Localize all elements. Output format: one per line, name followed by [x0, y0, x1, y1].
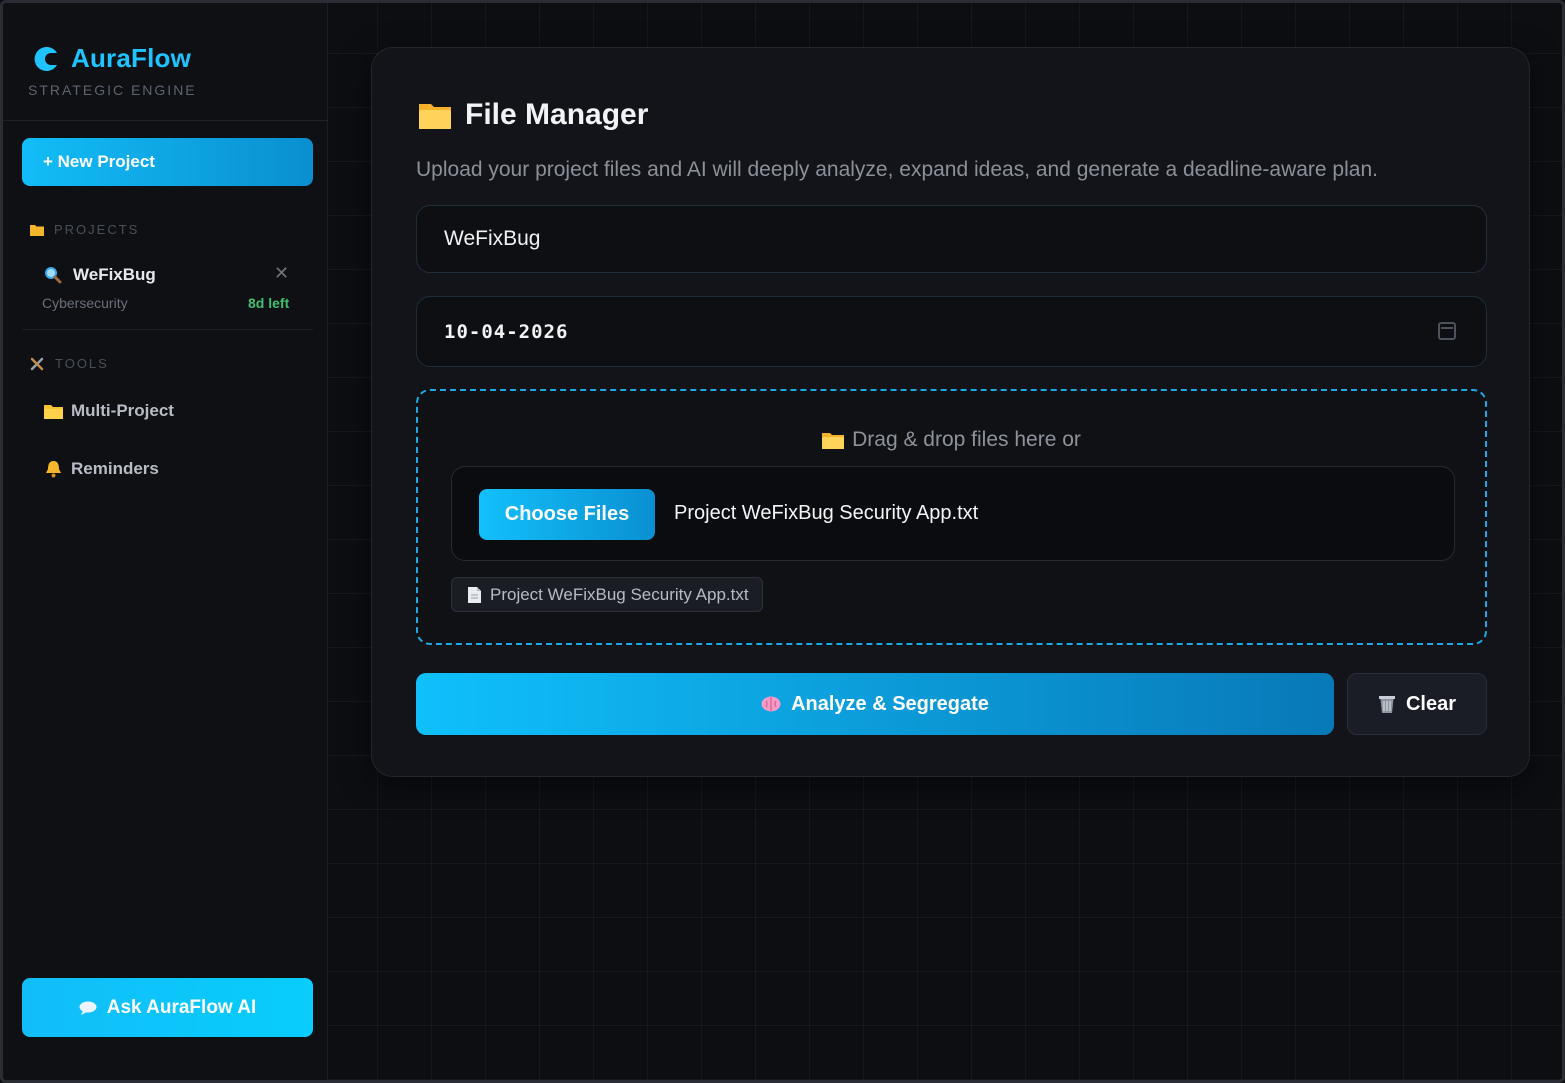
- sidebar: AuraFlow STRATEGIC ENGINE + New Project …: [3, 3, 328, 1080]
- brand-subtitle: STRATEGIC ENGINE: [28, 82, 197, 98]
- folder-icon: [822, 431, 845, 449]
- brain-icon: [761, 696, 781, 712]
- magnifier-icon: [44, 266, 62, 284]
- chosen-file-name: Project WeFixBug Security App.txt: [674, 502, 979, 524]
- uploaded-file-name: Project WeFixBug Security App.txt: [490, 584, 749, 604]
- tools-heading-label: TOOLS: [55, 356, 109, 371]
- ask-auraflow-ai-button[interactable]: Ask AuraFlow AI: [22, 978, 313, 1037]
- page-title: File Manager: [419, 98, 648, 132]
- deadline-date-input[interactable]: 10-04-2026: [416, 296, 1487, 367]
- folder-icon: [30, 224, 44, 236]
- folder-icon: [44, 403, 63, 419]
- new-project-button[interactable]: + New Project: [22, 138, 313, 186]
- projects-heading: PROJECTS: [30, 222, 139, 237]
- remove-project-close-icon[interactable]: ✕: [274, 263, 289, 284]
- file-dropzone[interactable]: Drag & drop files here or Choose Files P…: [416, 389, 1487, 645]
- wastebasket-icon: [1378, 694, 1396, 714]
- project-name-input[interactable]: WeFixBug: [416, 205, 1487, 273]
- bell-icon: [44, 460, 63, 478]
- calendar-icon[interactable]: [1438, 322, 1456, 340]
- sidebar-item-reminders[interactable]: Reminders: [44, 459, 159, 479]
- folder-icon: [419, 101, 451, 129]
- sidebar-item-wefixbug[interactable]: WeFixBug ✕ Cybersecurity 8d left: [22, 255, 313, 330]
- page-title-text: File Manager: [465, 98, 649, 131]
- dropzone-hint-text: Drag & drop files here or: [852, 428, 1081, 451]
- multi-project-label: Multi-Project: [71, 401, 174, 420]
- tools-icon: [30, 356, 45, 371]
- projects-divider: [22, 329, 313, 330]
- document-icon: [468, 586, 481, 603]
- analyze-segregate-button[interactable]: Analyze & Segregate: [416, 673, 1334, 735]
- page-subtitle: Upload your project files and AI will de…: [416, 158, 1378, 181]
- clear-button[interactable]: Clear: [1347, 673, 1487, 735]
- dropzone-hint: Drag & drop files here or: [418, 428, 1485, 452]
- uploaded-file-chip: Project WeFixBug Security App.txt: [451, 577, 763, 612]
- tools-heading: TOOLS: [30, 356, 109, 371]
- choose-files-button[interactable]: Choose Files: [479, 489, 655, 540]
- file-input[interactable]: Choose Files Project WeFixBug Security A…: [451, 466, 1455, 561]
- speech-bubble-icon: [79, 1001, 97, 1015]
- project-category: Cybersecurity: [42, 295, 128, 311]
- project-name: WeFixBug: [73, 265, 156, 284]
- analyze-segregate-label: Analyze & Segregate: [791, 692, 989, 715]
- sidebar-item-multi-project[interactable]: Multi-Project: [44, 401, 174, 421]
- deadline-date-value: 10-04-2026: [444, 320, 569, 343]
- ask-auraflow-ai-label: Ask AuraFlow AI: [106, 996, 257, 1018]
- file-manager-card: File Manager Upload your project files a…: [371, 47, 1530, 777]
- project-name-row: WeFixBug: [44, 265, 156, 285]
- brand-name: AuraFlow: [71, 43, 192, 73]
- sidebar-divider: [3, 120, 328, 121]
- clear-label: Clear: [1405, 692, 1457, 715]
- auraflow-logo-icon: [31, 44, 61, 74]
- brand: AuraFlow: [31, 43, 191, 74]
- projects-heading-label: PROJECTS: [54, 222, 140, 237]
- app-window: AuraFlow STRATEGIC ENGINE + New Project …: [0, 0, 1565, 1083]
- reminders-label: Reminders: [71, 459, 159, 478]
- project-days-left-badge: 8d left: [248, 295, 290, 311]
